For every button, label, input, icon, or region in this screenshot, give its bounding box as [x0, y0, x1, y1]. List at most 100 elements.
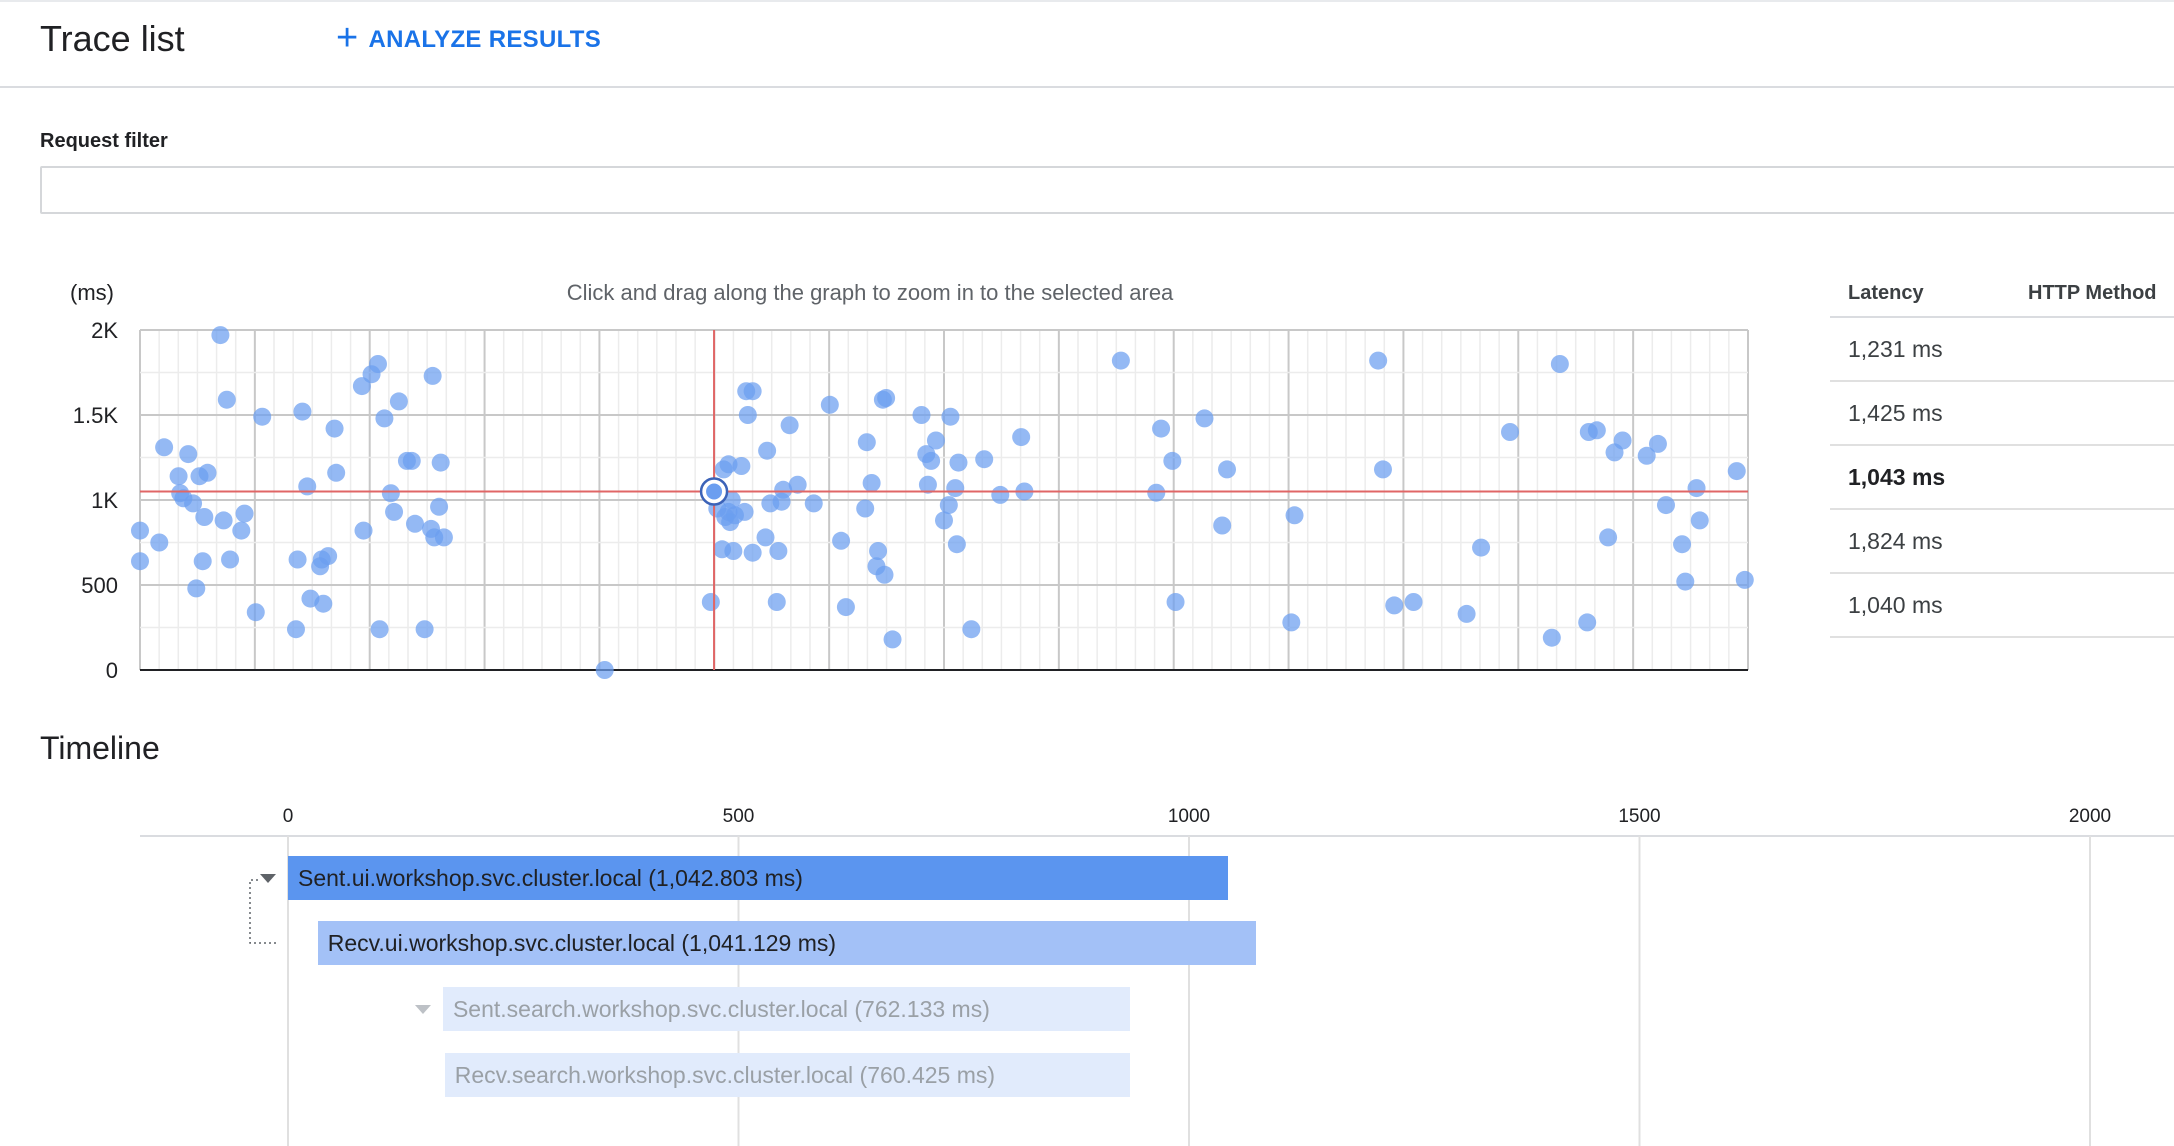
analyze-results-button[interactable]: + ANALYZE RESULTS: [336, 19, 601, 60]
scatter-point[interactable]: [862, 474, 881, 492]
scatter-point[interactable]: [1673, 535, 1692, 554]
scatter-point[interactable]: [767, 593, 786, 611]
scatter-point[interactable]: [375, 409, 394, 428]
scatter-point[interactable]: [877, 389, 896, 407]
scatter-point[interactable]: [1687, 479, 1706, 498]
scatter-point[interactable]: [912, 406, 931, 424]
scatter-point[interactable]: [1152, 419, 1171, 438]
scatter-point[interactable]: [1166, 593, 1185, 611]
scatter-point[interactable]: [1457, 604, 1476, 623]
scatter-point[interactable]: [385, 502, 404, 521]
scatter-point[interactable]: [1404, 593, 1423, 611]
scatter-point[interactable]: [405, 514, 424, 533]
scatter-point[interactable]: [701, 593, 720, 611]
scatter-point[interactable]: [217, 390, 236, 409]
scatter-point[interactable]: [1213, 516, 1232, 535]
scatter-point[interactable]: [1656, 496, 1675, 515]
scatter-point[interactable]: [211, 326, 230, 345]
scatter-point[interactable]: [946, 479, 965, 498]
scatter-point[interactable]: [354, 521, 373, 540]
scatter-point[interactable]: [1195, 409, 1214, 428]
scatter-point[interactable]: [327, 463, 346, 482]
scatter-point[interactable]: [1369, 351, 1388, 370]
scatter-point[interactable]: [368, 355, 387, 373]
scatter-point[interactable]: [1542, 628, 1561, 647]
trace-row[interactable]: 1,040 ms: [1830, 574, 2174, 638]
scatter-point[interactable]: [1648, 434, 1667, 453]
scatter-point[interactable]: [1472, 538, 1491, 557]
scatter-point[interactable]: [743, 543, 762, 562]
scatter-point[interactable]: [780, 416, 799, 435]
scatter-point[interactable]: [1587, 421, 1606, 440]
scatter-point[interactable]: [214, 511, 233, 530]
scatter-point[interactable]: [1613, 431, 1632, 450]
scatter-point[interactable]: [857, 433, 876, 452]
scatter-point[interactable]: [1385, 596, 1404, 615]
collapse-arrow-icon[interactable]: [260, 874, 276, 883]
scatter-point[interactable]: [195, 508, 214, 526]
scatter-point[interactable]: [319, 547, 338, 566]
scatter-point[interactable]: [856, 499, 875, 518]
scatter-point[interactable]: [370, 620, 389, 639]
scatter-point[interactable]: [434, 528, 453, 547]
scatter-point[interactable]: [743, 382, 762, 401]
scatter-point[interactable]: [875, 565, 894, 584]
scatter-point[interactable]: [869, 542, 888, 560]
scatter-point[interactable]: [193, 552, 212, 571]
scatter-point[interactable]: [1163, 451, 1182, 470]
scatter-point[interactable]: [732, 457, 751, 475]
latency-scatter-chart[interactable]: 0 500 1K 1.5K 2K: [0, 300, 1780, 690]
scatter-point[interactable]: [423, 366, 442, 385]
scatter-point[interactable]: [198, 463, 217, 482]
scatter-point[interactable]: [1218, 460, 1237, 479]
scatter-point[interactable]: [595, 661, 614, 679]
scatter-point[interactable]: [1111, 351, 1130, 370]
scatter-point[interactable]: [169, 467, 188, 486]
scatter-point[interactable]: [253, 407, 272, 426]
scatter-point[interactable]: [820, 395, 839, 414]
timeline-span-bar[interactable]: Sent.ui.workshop.svc.cluster.local (1,04…: [288, 856, 1228, 900]
request-filter-input[interactable]: [40, 166, 2174, 214]
scatter-point[interactable]: [832, 531, 851, 550]
scatter-point[interactable]: [1012, 428, 1031, 447]
scatter-point[interactable]: [187, 579, 206, 598]
scatter-point[interactable]: [935, 511, 953, 530]
scatter-point[interactable]: [949, 453, 968, 472]
scatter-point[interactable]: [1501, 423, 1520, 441]
scatter-point[interactable]: [926, 431, 945, 450]
scatter-point[interactable]: [939, 496, 958, 515]
scatter-point[interactable]: [402, 451, 421, 470]
collapse-arrow-icon[interactable]: [414, 1005, 431, 1014]
trace-row-selected[interactable]: 1,043 ms: [1830, 446, 2174, 510]
scatter-point[interactable]: [1599, 528, 1618, 547]
scatter-point[interactable]: [415, 620, 434, 639]
scatter-point[interactable]: [1373, 460, 1392, 479]
timeline-span-bar[interactable]: Recv.search.workshop.svc.cluster.local (…: [444, 1053, 1130, 1097]
scatter-point[interactable]: [179, 445, 198, 464]
scatter-point[interactable]: [724, 542, 743, 560]
scatter-point[interactable]: [735, 502, 754, 521]
scatter-point[interactable]: [1690, 511, 1709, 530]
scatter-point[interactable]: [738, 406, 757, 424]
scatter-point[interactable]: [131, 521, 149, 540]
latency-column-header[interactable]: Latency: [1830, 282, 2028, 305]
scatter-point[interactable]: [221, 550, 240, 569]
scatter-point[interactable]: [246, 603, 265, 622]
scatter-point[interactable]: [941, 407, 960, 426]
trace-row[interactable]: 1,824 ms: [1830, 510, 2174, 574]
scatter-point[interactable]: [1578, 613, 1597, 632]
http-method-column-header[interactable]: HTTP Method: [2028, 282, 2157, 305]
scatter-point[interactable]: [381, 484, 400, 503]
timeline-span-bar[interactable]: Sent.search.workshop.svc.cluster.local (…: [442, 987, 1130, 1031]
scatter-point[interactable]: [293, 402, 312, 421]
scatter-point[interactable]: [1550, 355, 1569, 373]
scatter-point[interactable]: [389, 392, 408, 411]
scatter-point[interactable]: [962, 620, 981, 639]
scatter-point[interactable]: [769, 542, 788, 560]
scatter-point[interactable]: [325, 419, 344, 438]
scatter-point[interactable]: [1676, 572, 1695, 591]
selected-point[interactable]: [706, 483, 723, 500]
scatter-point[interactable]: [232, 521, 251, 540]
scatter-point[interactable]: [298, 477, 317, 496]
scatter-point[interactable]: [1735, 570, 1754, 589]
